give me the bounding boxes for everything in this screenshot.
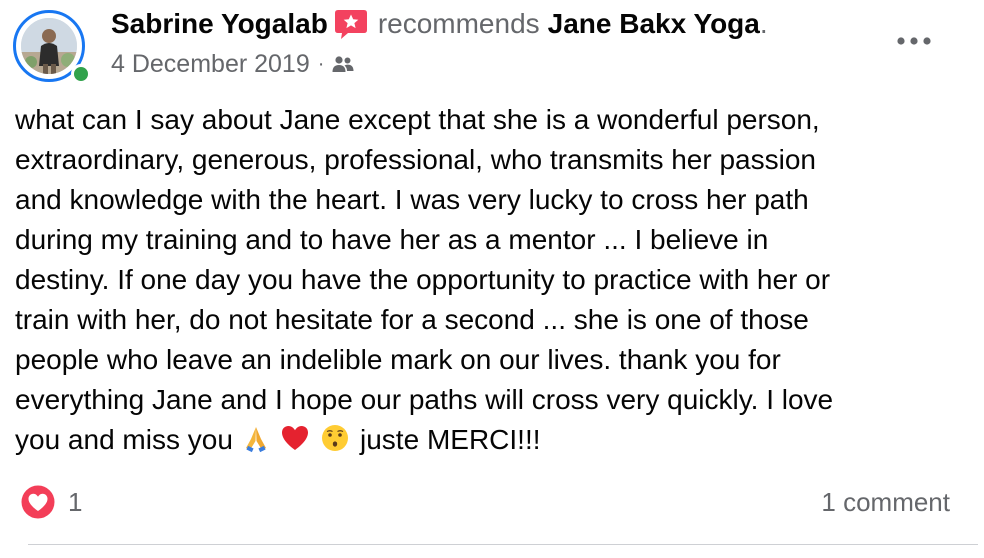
post-meta: 4 December 2019 ·	[111, 48, 354, 80]
page-name-link[interactable]: Jane Bakx Yoga	[548, 8, 760, 40]
post-text-line: what can I say about Jane except that sh…	[15, 104, 820, 135]
header-period: .	[759, 8, 768, 39]
more-options-button[interactable]	[888, 24, 940, 58]
post-header-title: Sabrine Yogalab recommends Jane Bakx Yog…	[111, 6, 768, 42]
post-date[interactable]: 4 December 2019	[111, 50, 310, 79]
post-text-last-line: you and miss you juste MERCI!!!	[15, 420, 970, 460]
post-text-line: destiny. If one day you have the opportu…	[15, 264, 831, 295]
avatar-photo	[21, 18, 77, 74]
post-text-line: during my training and to have her as a …	[15, 224, 769, 255]
post-text-last-start: you and miss you	[15, 424, 233, 455]
avatar-container[interactable]	[11, 8, 95, 84]
post-text-last-end: juste MERCI!!!	[360, 424, 541, 455]
meta-separator: ·	[317, 52, 325, 75]
post-text-line: everything Jane and I hope our paths wil…	[15, 384, 834, 415]
recommendation-star-icon	[334, 8, 368, 40]
post-text-line: train with her, do not hesitate for a se…	[15, 304, 809, 335]
post-text-line: extraordinary, generous, professional, w…	[15, 144, 816, 175]
recommends-text: recommends	[377, 8, 540, 39]
post-body: what can I say about Jane except that sh…	[15, 100, 970, 460]
kissing-face-emoji	[320, 423, 350, 453]
footer-divider	[28, 544, 978, 545]
online-status-indicator	[71, 64, 91, 84]
love-reaction-icon	[20, 484, 56, 520]
recommendation-post: Sabrine Yogalab recommends Jane Bakx Yog…	[0, 0, 984, 558]
post-text-line: people who leave an indelible mark on ou…	[15, 344, 781, 375]
comments-count-link[interactable]: 1 comment	[821, 482, 950, 522]
author-name[interactable]: Sabrine Yogalab	[111, 8, 328, 40]
red-heart-emoji	[280, 423, 310, 453]
folded-hands-emoji	[241, 423, 271, 453]
more-options-icon	[897, 37, 931, 45]
post-text-line: and knowledge with the heart. I was very…	[15, 184, 809, 215]
reactions-summary[interactable]: 1	[20, 482, 82, 522]
friends-icon[interactable]	[332, 55, 354, 73]
reaction-count[interactable]: 1	[68, 487, 82, 518]
